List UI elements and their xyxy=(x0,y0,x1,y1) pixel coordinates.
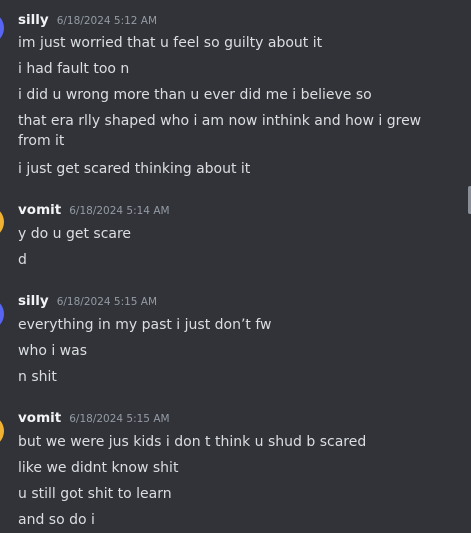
message-line: everything in my past i just don’t fw xyxy=(18,317,272,333)
message-line: and so do i xyxy=(18,512,95,528)
username[interactable]: silly xyxy=(18,12,49,28)
message-line: u still got shit to learn xyxy=(18,486,172,502)
message-line: im just worried that u feel so guilty ab… xyxy=(18,35,323,51)
message-header: silly 6/18/2024 5:15 AM xyxy=(18,293,157,313)
message-header: vomit 6/18/2024 5:15 AM xyxy=(18,410,170,430)
message-line: who i was xyxy=(18,343,88,359)
timestamp[interactable]: 6/18/2024 5:12 AM xyxy=(57,15,157,27)
message-line: n shit xyxy=(18,369,57,385)
message-line: i just get scared thinking about it xyxy=(18,161,251,177)
message-line: d xyxy=(18,252,27,268)
message-line: like we didnt know shit xyxy=(18,460,179,476)
username[interactable]: vomit xyxy=(18,202,61,218)
username[interactable]: silly xyxy=(18,293,49,309)
message-line: i did u wrong more than u ever did me i … xyxy=(18,87,372,103)
username[interactable]: vomit xyxy=(18,410,61,426)
message-line: i had fault too n xyxy=(18,61,130,77)
timestamp[interactable]: 6/18/2024 5:15 AM xyxy=(69,413,169,425)
avatar[interactable] xyxy=(0,298,4,330)
timestamp[interactable]: 6/18/2024 5:14 AM xyxy=(69,205,169,217)
avatar[interactable] xyxy=(0,12,4,44)
timestamp[interactable]: 6/18/2024 5:15 AM xyxy=(57,296,157,308)
avatar[interactable] xyxy=(0,206,4,238)
message-line: that era rlly shaped who i am now inthin… xyxy=(18,113,422,149)
message-header: vomit 6/18/2024 5:14 AM xyxy=(18,202,170,222)
avatar[interactable] xyxy=(0,415,4,447)
message-header: silly 6/18/2024 5:12 AM xyxy=(18,12,157,32)
message-line: y do u get scare xyxy=(18,226,132,242)
message-line: but we were jus kids i don t think u shu… xyxy=(18,434,367,450)
chat-messages: silly 6/18/2024 5:12 AM im just worried … xyxy=(0,0,471,533)
